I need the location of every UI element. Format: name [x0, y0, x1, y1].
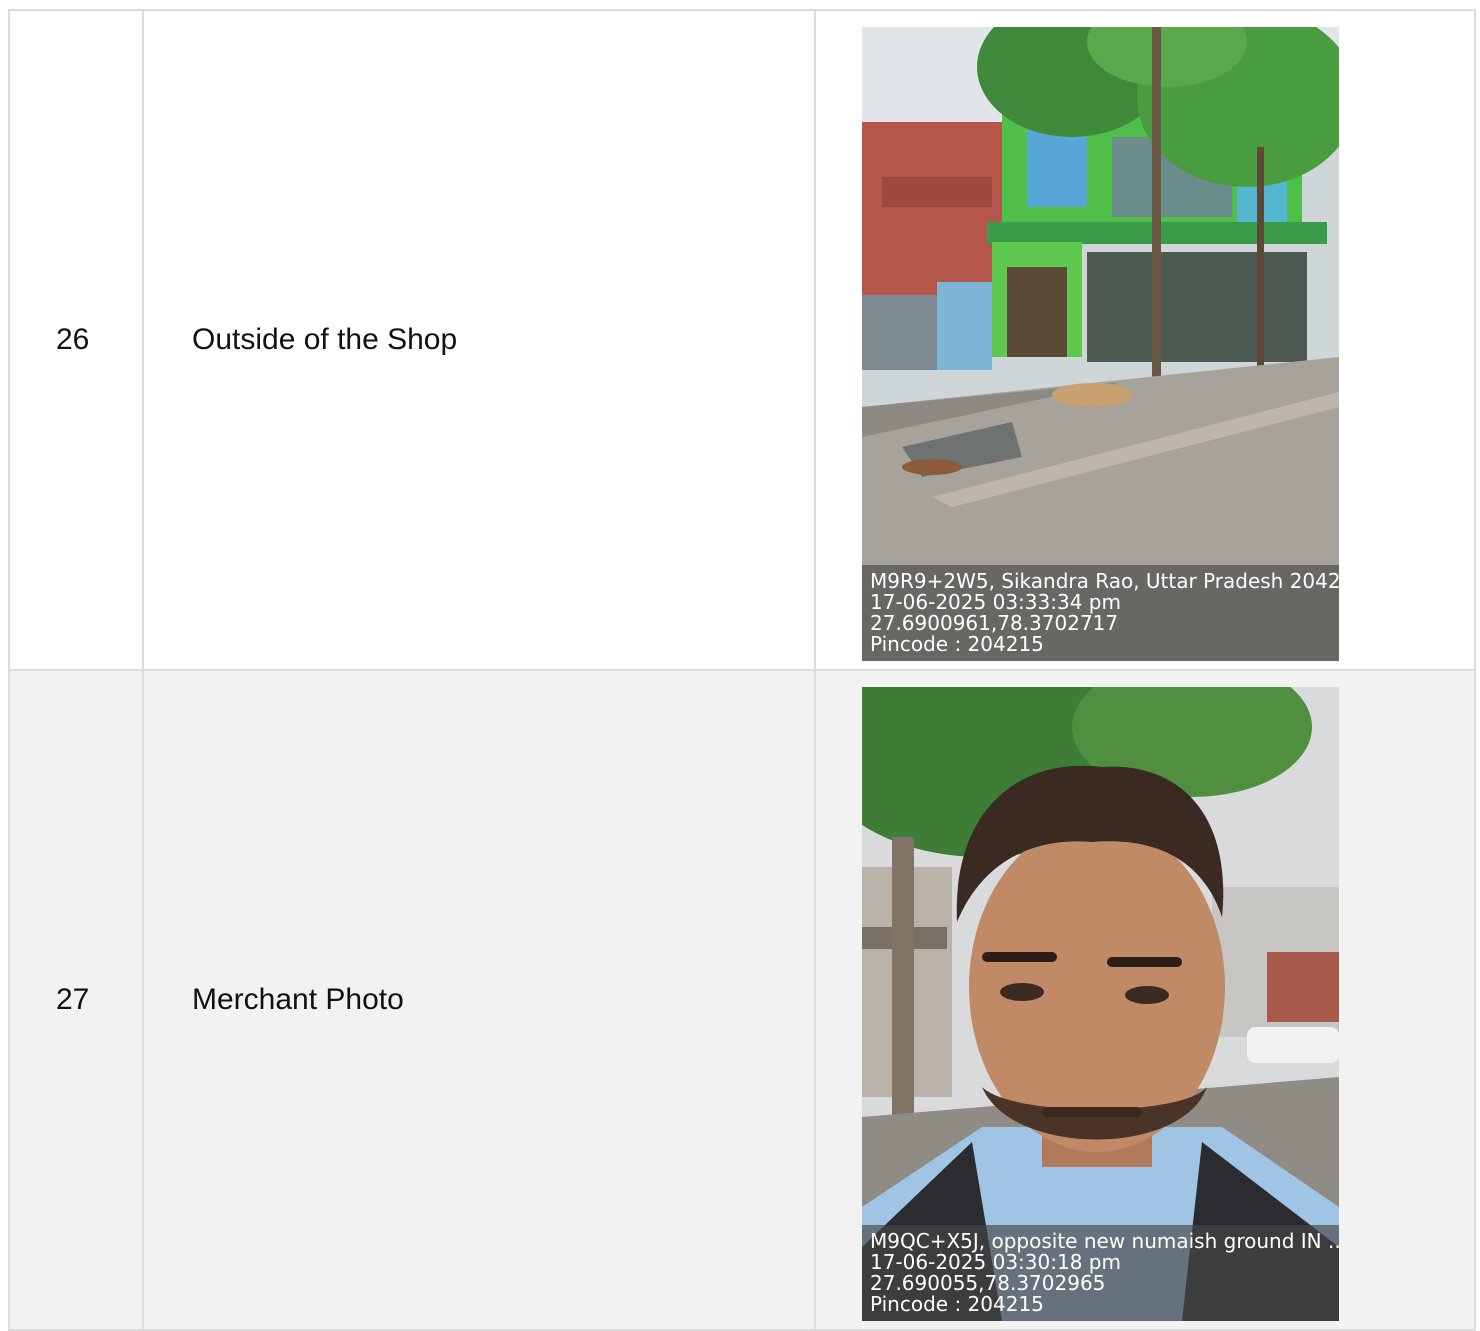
row-label: Merchant Photo — [144, 671, 816, 1331]
stamp-address: M9R9+2W5, Sikandra Rao, Uttar Pradesh 20… — [870, 569, 1339, 593]
photo-stamp: M9R9+2W5, Sikandra Rao, Uttar Pradesh 20… — [862, 565, 1339, 661]
photo-table: 26 Outside of the Shop M9R9+2W5, Sikandr… — [8, 9, 1476, 1331]
stamp-pincode: Pincode : 204215 — [870, 632, 1044, 656]
table-row: 26 Outside of the Shop M9R9+2W5, Sikandr… — [10, 11, 1476, 671]
merchant-selfie-photo[interactable]: M9QC+X5J, opposite new numaish ground IN… — [862, 687, 1339, 1321]
stamp-datetime: 17-06-2025 03:30:18 pm — [870, 1250, 1121, 1274]
row-number: 26 — [10, 11, 144, 671]
stamp-coordinates: 27.690055,78.3702965 — [870, 1271, 1106, 1295]
stamp-pincode: Pincode : 204215 — [870, 1292, 1044, 1316]
shop-exterior-photo[interactable]: M9R9+2W5, Sikandra Rao, Uttar Pradesh 20… — [862, 27, 1339, 661]
photo-cell: M9QC+X5J, opposite new numaish ground IN… — [816, 671, 1476, 1331]
table-row: 27 Merchant Photo M9QC+X5J, opposite new… — [10, 671, 1476, 1331]
row-number: 27 — [10, 671, 144, 1331]
row-label: Outside of the Shop — [144, 11, 816, 671]
photo-cell: M9R9+2W5, Sikandra Rao, Uttar Pradesh 20… — [816, 11, 1476, 671]
photo-stamp: M9QC+X5J, opposite new numaish ground IN… — [862, 1225, 1339, 1321]
stamp-coordinates: 27.6900961,78.3702717 — [870, 611, 1119, 635]
stamp-address: M9QC+X5J, opposite new numaish ground IN… — [870, 1229, 1339, 1253]
stamp-datetime: 17-06-2025 03:33:34 pm — [870, 590, 1121, 614]
